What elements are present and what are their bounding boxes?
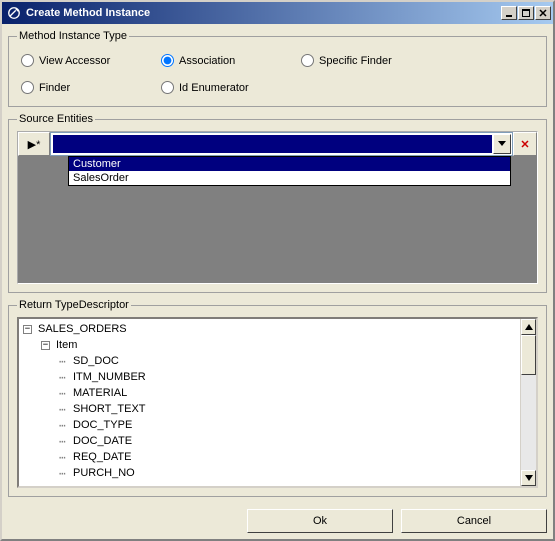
radio-label: Finder [39, 82, 70, 94]
radio-label: Specific Finder [319, 55, 392, 67]
method-instance-type-group: Method Instance Type View Accessor Assoc… [8, 30, 547, 107]
tree-node[interactable]: ⋯MATERIAL [23, 385, 516, 401]
dropdown-item[interactable]: SalesOrder [69, 171, 510, 185]
ok-button[interactable]: Ok [247, 509, 393, 533]
tree-branch-icon: ⋯ [59, 355, 71, 368]
radio-specific-finder[interactable]: Specific Finder [301, 54, 461, 67]
tree-branch-icon: ⋯ [59, 435, 71, 448]
return-typedescriptor-legend: Return TypeDescriptor [17, 299, 131, 311]
cancel-button[interactable]: Cancel [401, 509, 547, 533]
titlebar[interactable]: Create Method Instance [2, 2, 553, 24]
tree-node-label: SD_DOC [71, 355, 119, 367]
tree-branch-icon: ⋯ [59, 387, 71, 400]
scroll-track[interactable] [521, 375, 536, 470]
tree-node-label: DOC_DATE [71, 435, 132, 447]
tree-view[interactable]: −SALES_ORDERS−Item⋯SD_DOC⋯ITM_NUMBER⋯MAT… [17, 317, 538, 488]
tree-node[interactable]: ⋯SHORT_TEXT [23, 401, 516, 417]
entity-combobox[interactable] [50, 132, 513, 156]
source-entities-grid: ▶* ✕ Customer SalesOrder [17, 131, 538, 284]
radio-label: Association [179, 55, 235, 67]
tree-toggle-icon[interactable]: − [23, 325, 32, 334]
tree-node[interactable]: ⋯SD_DOC [23, 353, 516, 369]
tree-node[interactable]: ⋯DOC_TYPE [23, 417, 516, 433]
tree-node[interactable]: ⋯REQ_DATE [23, 449, 516, 465]
tree-node-label: Item [54, 339, 77, 351]
tree-node-label: MATERIAL [71, 387, 127, 399]
tree-node[interactable]: −Item [23, 337, 516, 353]
tree-toggle-icon[interactable]: − [41, 341, 50, 350]
dropdown-item[interactable]: Customer [69, 157, 510, 171]
tree-branch-icon: ⋯ [59, 419, 71, 432]
scrollbar[interactable] [520, 319, 536, 486]
button-row: Ok Cancel [8, 503, 547, 533]
entity-dropdown-list[interactable]: Customer SalesOrder [68, 156, 511, 186]
chevron-down-icon[interactable] [493, 134, 511, 154]
tree-node-label: ITM_NUMBER [71, 371, 146, 383]
tree-node[interactable]: ⋯ITM_NUMBER [23, 369, 516, 385]
radio-finder[interactable]: Finder [21, 81, 161, 94]
source-entities-legend: Source Entities [17, 113, 95, 125]
dialog-window: Create Method Instance Method Instance T… [0, 0, 555, 541]
tree-branch-icon: ⋯ [59, 371, 71, 384]
tree-branch-icon: ⋯ [59, 403, 71, 416]
window-title: Create Method Instance [26, 7, 501, 19]
delete-row-button[interactable]: ✕ [513, 132, 537, 156]
tree-node[interactable]: ⋯DOC_DATE [23, 433, 516, 449]
tree-node[interactable]: ⋯PURCH_NO [23, 465, 516, 481]
combo-selection [53, 135, 492, 153]
return-typedescriptor-group: Return TypeDescriptor −SALES_ORDERS−Item… [8, 299, 547, 497]
scroll-up-button[interactable] [521, 319, 536, 335]
scroll-thumb[interactable] [521, 335, 536, 375]
tree-node-label: SHORT_TEXT [71, 403, 146, 415]
tree-node-label: SALES_ORDERS [36, 323, 127, 335]
source-entities-group: Source Entities ▶* ✕ Customer SalesOrder [8, 113, 547, 293]
radio-label: View Accessor [39, 55, 110, 67]
scroll-down-button[interactable] [521, 470, 536, 486]
tree-branch-icon: ⋯ [59, 451, 71, 464]
row-marker[interactable]: ▶* [18, 132, 50, 156]
tree-node-label: PURCH_NO [71, 467, 135, 479]
minimize-button[interactable] [501, 6, 517, 20]
radio-association[interactable]: Association [161, 54, 301, 67]
radio-id-enumerator[interactable]: Id Enumerator [161, 81, 301, 94]
radio-view-accessor[interactable]: View Accessor [21, 54, 161, 67]
method-instance-type-legend: Method Instance Type [17, 30, 129, 42]
tree-branch-icon: ⋯ [59, 467, 71, 480]
tree-node-label: REQ_DATE [71, 451, 131, 463]
radio-label: Id Enumerator [179, 82, 249, 94]
close-button[interactable] [535, 6, 551, 20]
tree-node-label: DOC_TYPE [71, 419, 132, 431]
app-icon [6, 5, 22, 21]
tree-node[interactable]: −SALES_ORDERS [23, 321, 516, 337]
client-area: Method Instance Type View Accessor Assoc… [2, 24, 553, 539]
maximize-button[interactable] [518, 6, 534, 20]
